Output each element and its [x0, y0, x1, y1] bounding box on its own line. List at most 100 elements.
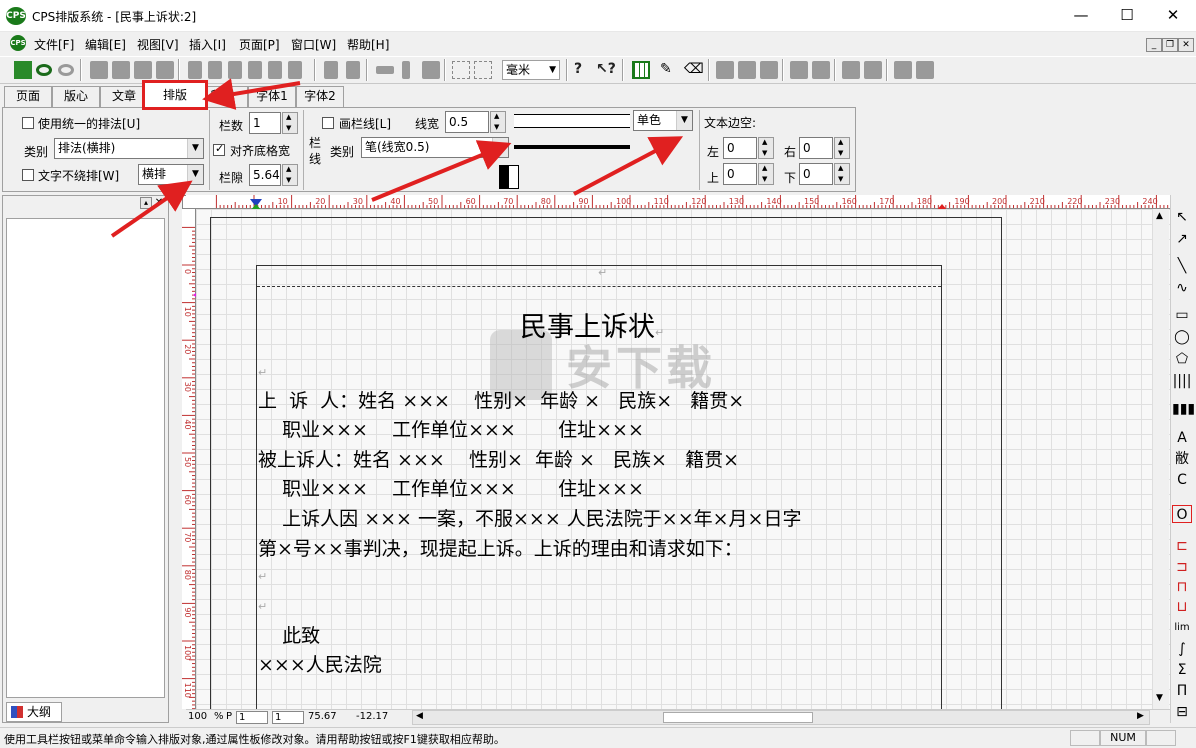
mdi-close-icon[interactable]: ✕ [1178, 38, 1194, 52]
margin-left-spinner[interactable] [758, 137, 774, 159]
line-color-select[interactable]: 单色 ▼ [633, 110, 693, 131]
curve-tool-icon[interactable]: ∿ [1172, 279, 1192, 297]
table-delete-col-icon[interactable] [812, 61, 830, 79]
context-help-icon[interactable]: ↖? [596, 61, 616, 79]
outline-tree[interactable] [6, 218, 165, 698]
align-middle-icon[interactable] [268, 61, 282, 79]
front-icon[interactable] [90, 61, 108, 79]
mdi-restore-icon[interactable]: ❐ [1162, 38, 1178, 52]
doc-line-5[interactable]: 上诉人因 ××× 一案，不服××× 人民法院于××年×月×日字 [258, 504, 801, 531]
table-style-icon[interactable] [894, 61, 912, 79]
tab-font2[interactable]: 字体2 [296, 86, 344, 107]
gap-spinner[interactable] [282, 164, 298, 186]
matrix-tool-icon[interactable]: ⊟ [1172, 703, 1192, 721]
doc-line-4[interactable]: 职业××× 工作单位××× 住址××× [258, 474, 644, 501]
table-insert-col-icon[interactable] [738, 61, 756, 79]
tab-typeset[interactable]: 排版 [142, 80, 208, 110]
scroll-up-icon[interactable]: ▲ [1156, 211, 1163, 221]
line-color-swatch[interactable] [499, 165, 519, 189]
align-top-icon[interactable] [228, 61, 242, 79]
circle-text-tool-icon[interactable]: C [1172, 471, 1192, 489]
doc-line-closing[interactable]: 此致 [258, 621, 320, 648]
columns-input[interactable]: 1 [249, 112, 281, 134]
scroll-down-icon[interactable]: ▼ [1156, 693, 1163, 703]
link-icon[interactable] [36, 64, 52, 76]
table-merge-icon[interactable] [760, 61, 778, 79]
polygon-tool-icon[interactable]: ⬠ [1172, 350, 1192, 368]
margin-top-spinner[interactable] [758, 163, 774, 185]
category-select[interactable]: 排法(横排) ▼ [54, 138, 204, 159]
backward-icon[interactable] [156, 61, 174, 79]
menu-edit[interactable]: 编辑[E] [85, 36, 126, 53]
menu-help[interactable]: 帮助[H] [347, 36, 389, 53]
margin-right-spinner[interactable] [834, 137, 850, 159]
horizontal-ruler[interactable]: 10 20 30 40 50 60 70 80 90 100 110 120 130 140 150 160 1… [186, 195, 1170, 209]
group-icon[interactable] [452, 61, 470, 79]
frame-right-tool-icon[interactable]: ⊐ [1172, 558, 1192, 576]
margin-bottom-spinner[interactable] [834, 163, 850, 185]
horizontal-scrollbar[interactable]: ◀ ▶ [412, 710, 1150, 725]
tab-page[interactable]: 页面 [4, 86, 52, 107]
tab-font1[interactable]: 字体1 [248, 86, 296, 107]
minimize-button[interactable]: — [1058, 0, 1104, 32]
column-line-checkbox[interactable] [322, 117, 334, 129]
product-tool-icon[interactable]: Π [1172, 682, 1192, 700]
margin-bottom-input[interactable]: 0 [799, 163, 833, 185]
gap-input[interactable]: 5.64 [249, 164, 281, 186]
vertical-scrollbar[interactable]: ▲ ▼ [1152, 209, 1169, 709]
unit-select[interactable]: 毫米 ▼ [502, 60, 560, 80]
frame-top-tool-icon[interactable]: ⊓ [1172, 578, 1192, 596]
document-icon[interactable]: CPS [10, 35, 26, 51]
node-tool-icon[interactable]: ↗ [1172, 230, 1192, 248]
align-left-icon[interactable] [188, 61, 202, 79]
table-height-icon[interactable] [864, 61, 882, 79]
page-input[interactable]: 1 [236, 711, 268, 724]
doc-line-court[interactable]: ×××人民法院 [258, 650, 382, 677]
margin-right-input[interactable]: 0 [799, 137, 833, 159]
text-tool-icon[interactable]: A [1172, 429, 1192, 447]
select-tool-icon[interactable]: ↖ [1172, 208, 1192, 226]
scroll-left-icon[interactable]: ◀ [416, 711, 423, 721]
align-bottom-icon[interactable] [248, 61, 262, 79]
document-title[interactable]: 民事上诉状↵ [520, 305, 664, 344]
text-no-wrap-checkbox[interactable] [22, 169, 34, 181]
tab-article[interactable]: 文章 [100, 86, 148, 107]
vertical-ruler[interactable]: 0102030405060708090100110120 [182, 209, 196, 709]
unlink-icon[interactable] [58, 64, 74, 76]
uniform-layout-checkbox[interactable] [22, 117, 34, 129]
ungroup-icon[interactable] [474, 61, 492, 79]
table-border-icon[interactable] [916, 61, 934, 79]
doc-line-6[interactable]: 第×号××事判决，现提起上诉。上诉的理由和请求如下： [258, 534, 743, 561]
zoom-value[interactable]: 100 [188, 711, 207, 722]
menu-view[interactable]: 视图[V] [137, 36, 179, 53]
doc-line-2[interactable]: 职业××× 工作单位××× 住址××× [258, 415, 644, 442]
space-horizontal-icon[interactable] [324, 61, 338, 79]
close-icon[interactable]: ✕ [153, 197, 165, 209]
scroll-right-icon[interactable]: ▶ [1137, 711, 1144, 721]
line-category-select[interactable]: 笔(线宽0.5) ▼ [361, 137, 509, 158]
same-size-icon[interactable] [422, 61, 440, 79]
integral-tool-icon[interactable]: ∫ [1172, 640, 1192, 658]
maximize-button[interactable]: ☐ [1104, 0, 1150, 32]
direction-select[interactable]: 横排 ▼ [138, 164, 204, 185]
barcode-tool-icon[interactable]: |||| [1172, 372, 1192, 390]
same-width-icon[interactable] [376, 66, 394, 74]
align-center-icon[interactable] [208, 61, 222, 79]
forward-icon[interactable] [134, 61, 152, 79]
table-icon[interactable] [632, 61, 650, 79]
line-width-input[interactable]: 0.5 [445, 111, 489, 133]
mdi-minimize-icon[interactable]: _ [1146, 38, 1162, 52]
align-grid-checkbox[interactable] [213, 142, 225, 156]
rectangle-tool-icon[interactable]: ▭ [1172, 306, 1192, 324]
formula-tool-icon[interactable]: O [1172, 505, 1192, 523]
doc-line-1[interactable]: 上 诉 人：姓名 ××× 性别× 年龄 × 民族× 籍贯× [258, 386, 744, 413]
outline-tab[interactable]: 大纲 [6, 702, 62, 722]
horizontal-scroll-thumb[interactable] [663, 712, 813, 723]
pen-icon[interactable]: ✎ [660, 61, 678, 79]
help-icon[interactable]: ? [574, 61, 592, 79]
line-width-spinner[interactable] [490, 111, 506, 133]
limit-tool-icon[interactable]: lim [1172, 619, 1192, 637]
vertical-text-tool-icon[interactable]: 敝 [1172, 450, 1192, 468]
table-delete-row-icon[interactable] [790, 61, 808, 79]
pin-icon[interactable]: ▴ [140, 197, 152, 209]
